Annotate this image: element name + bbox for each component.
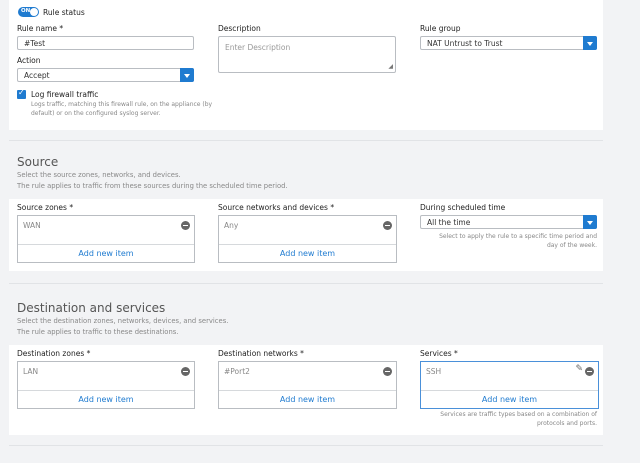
add-destination-zone-button[interactable]: Add new item [18, 390, 194, 408]
remove-icon[interactable] [383, 367, 392, 376]
rule-group-label: Rule group [420, 24, 461, 33]
schedule-label: During scheduled time [420, 203, 506, 212]
schedule-select[interactable]: All the time [420, 215, 597, 229]
rule-group-select[interactable]: NAT Untrust to Trust [420, 36, 597, 50]
section-divider [9, 140, 603, 141]
pencil-icon[interactable]: ✎ [575, 364, 583, 374]
description-label: Description [218, 24, 261, 33]
service-item: SSH [426, 367, 442, 376]
log-traffic-checkbox[interactable]: ✓ [17, 88, 26, 99]
services-hint: Services are traffic types based on a co… [440, 411, 597, 427]
add-service-button[interactable]: Add new item [421, 390, 598, 408]
checkmark-icon: ✓ [18, 88, 25, 97]
action-select[interactable]: Accept [17, 68, 194, 82]
log-traffic-label: Log firewall traffic [31, 90, 99, 99]
destination-zones-label: Destination zones * [17, 349, 91, 358]
destination-subtitle: Select the destination zones, networks, … [17, 317, 229, 336]
destination-zone-item: LAN [23, 367, 39, 376]
source-networks-label: Source networks and devices * [218, 203, 335, 212]
source-zone-item: WAN [23, 221, 41, 230]
remove-icon[interactable] [585, 367, 594, 376]
services-label: Services * [420, 349, 458, 358]
description-textarea[interactable]: Enter Description ◢ [218, 36, 396, 73]
services-box[interactable]: SSH ✎ Add new item [420, 361, 599, 409]
destination-zones-box[interactable]: LAN Add new item [17, 361, 195, 409]
rule-name-input[interactable]: #Test [17, 36, 194, 50]
add-source-zone-button[interactable]: Add new item [18, 244, 194, 262]
section-divider [9, 445, 603, 446]
source-networks-box[interactable]: Any Add new item [218, 215, 397, 263]
destination-networks-label: Destination networks * [218, 349, 304, 358]
source-subtitle: Select the source zones, networks, and d… [17, 171, 288, 190]
resize-handle-icon[interactable]: ◢ [388, 63, 393, 70]
schedule-hint: Select to apply the rule to a specific t… [439, 233, 597, 249]
remove-icon[interactable] [181, 221, 190, 230]
source-title: Source [17, 155, 59, 169]
chevron-down-icon[interactable] [583, 36, 597, 50]
schedule-value: All the time [427, 217, 471, 227]
toggle-knob [30, 8, 38, 16]
chevron-down-icon[interactable] [180, 68, 194, 82]
section-divider [9, 283, 603, 284]
destination-network-item: #Port2 [224, 367, 250, 376]
rule-status-toggle[interactable]: ON [18, 7, 39, 17]
source-zones-label: Source zones * [17, 203, 74, 212]
toggle-on-text: ON [21, 8, 31, 14]
rule-name-value: #Test [24, 38, 46, 48]
add-source-network-button[interactable]: Add new item [219, 244, 396, 262]
rule-status-label: Rule status [43, 8, 85, 17]
chevron-down-icon[interactable] [583, 215, 597, 229]
destination-title: Destination and services [17, 301, 166, 315]
destination-networks-box[interactable]: #Port2 Add new item [218, 361, 397, 409]
action-value: Accept [24, 70, 50, 80]
add-destination-network-button[interactable]: Add new item [219, 390, 396, 408]
log-traffic-hint: Logs traffic, matching this firewall rul… [31, 101, 213, 117]
source-network-item: Any [224, 221, 239, 230]
rule-group-value: NAT Untrust to Trust [427, 38, 503, 48]
action-label: Action [17, 56, 41, 65]
description-placeholder: Enter Description [225, 43, 291, 52]
remove-icon[interactable] [181, 367, 190, 376]
source-zones-box[interactable]: WAN Add new item [17, 215, 195, 263]
remove-icon[interactable] [383, 221, 392, 230]
rule-name-label: Rule name * [17, 24, 64, 33]
